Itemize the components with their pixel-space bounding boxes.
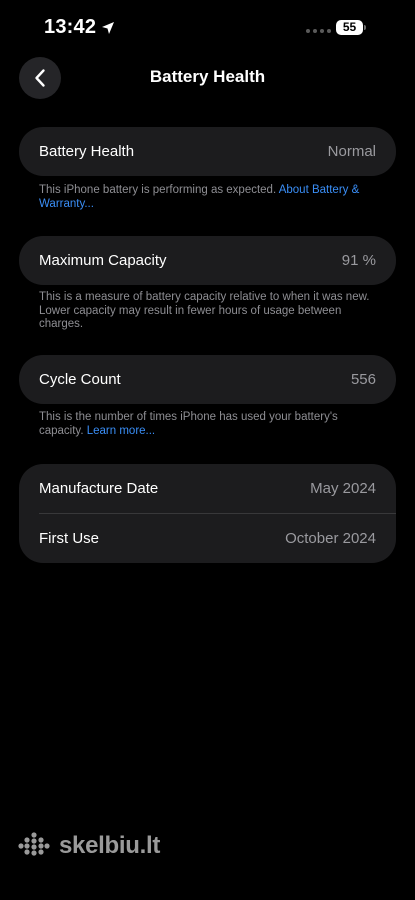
manufacture-date-label: Manufacture Date (39, 480, 159, 497)
battery-health-note-text: This iPhone battery is performing as exp… (39, 184, 279, 196)
battery-health-row: Battery Health Normal (19, 127, 396, 176)
manufacture-date-value: May 2024 (310, 480, 376, 497)
cycle-count-label: Cycle Count (39, 371, 121, 388)
time-text: 13:42 (44, 16, 97, 38)
battery-health-card: Battery Health Normal (19, 127, 396, 176)
battery-level-text: 55 (342, 20, 357, 34)
first-use-row: First Use October 2024 (19, 514, 396, 563)
skelbiu-logo-icon (18, 832, 50, 856)
location-arrow-icon (102, 21, 115, 34)
maximum-capacity-card: Maximum Capacity 91 % (19, 236, 396, 285)
cycle-count-note: This is the number of times iPhone has u… (39, 411, 379, 438)
battery-health-label: Battery Health (39, 143, 135, 160)
watermark-text: skelbiu.lt (59, 832, 161, 859)
page-title: Battery Health (149, 67, 266, 86)
status-bar: 13:42 55 (0, 0, 415, 56)
cellular-signal-icon (306, 29, 331, 33)
cycle-count-value: 556 (350, 371, 376, 388)
manufacture-date-row: Manufacture Date May 2024 (19, 464, 396, 513)
battery-health-value: Normal (327, 143, 376, 160)
first-use-value: October 2024 (285, 530, 376, 547)
battery-health-note: This iPhone battery is performing as exp… (39, 184, 379, 211)
battery-cap (364, 25, 366, 30)
learn-more-link[interactable]: Learn more... (87, 425, 155, 437)
cycle-count-card: Cycle Count 556 (19, 355, 396, 404)
watermark: skelbiu.lt (17, 832, 160, 860)
battery-icon: 55 (336, 20, 363, 35)
maximum-capacity-note: This is a measure of battery capacity re… (39, 291, 370, 330)
dates-card: Manufacture Date May 2024 First Use Octo… (19, 464, 396, 563)
maximum-capacity-value: 91 % (341, 252, 376, 269)
first-use-label: First Use (39, 530, 99, 547)
cycle-count-note-text: This is the number of times iPhone has u… (39, 411, 338, 437)
maximum-capacity-row: Maximum Capacity 91 % (19, 236, 396, 285)
status-time: 13:42 (44, 16, 115, 39)
cycle-count-row: Cycle Count 556 (19, 355, 396, 404)
maximum-capacity-label: Maximum Capacity (39, 252, 167, 269)
